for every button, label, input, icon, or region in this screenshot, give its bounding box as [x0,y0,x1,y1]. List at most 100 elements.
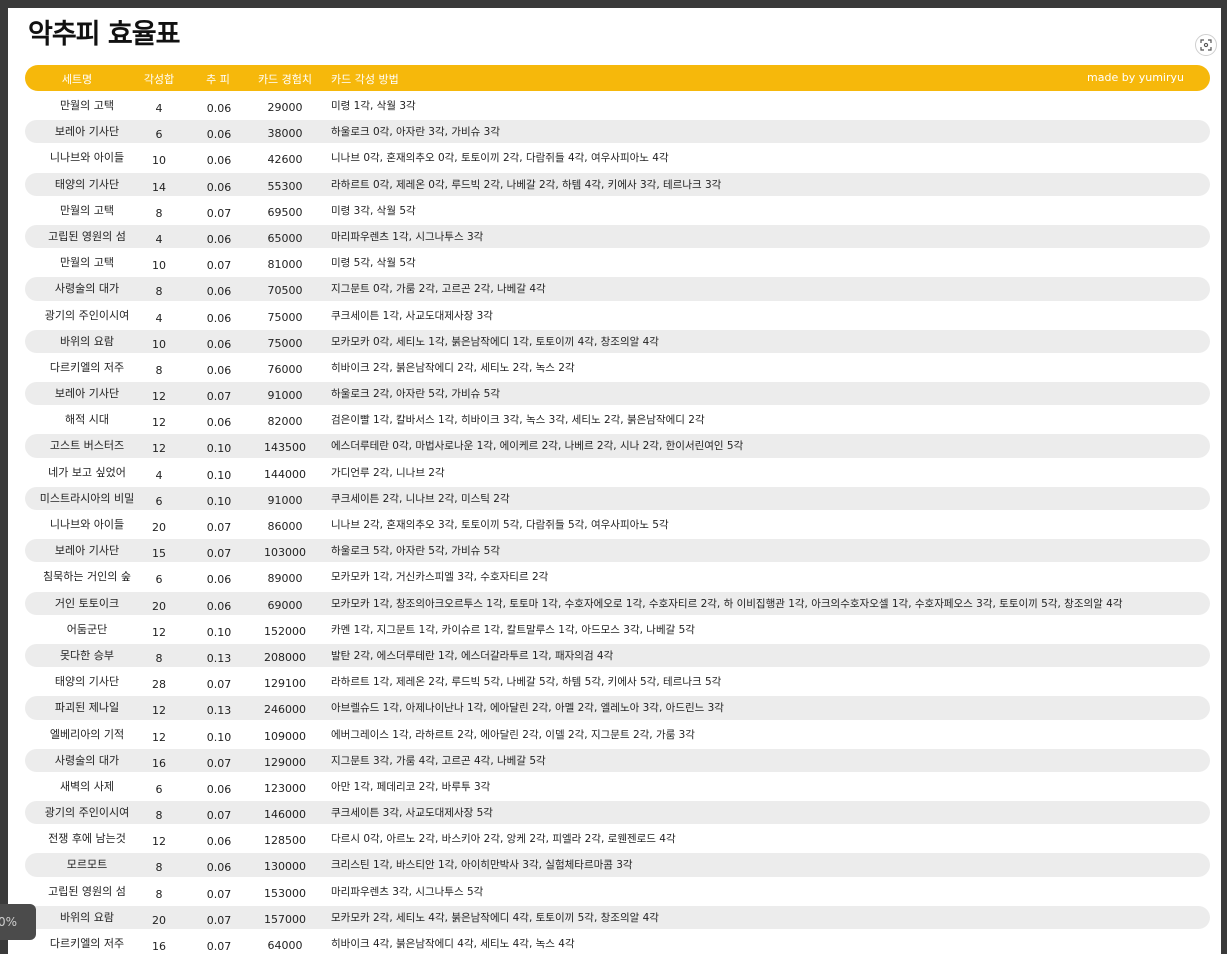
cell-set-name: 보레아 기사단 [54,387,120,401]
cell-method: 마리파우렌츠 3각, 시그나투스 5각 [331,885,484,898]
cell-level: 12 [152,416,166,430]
cell-set-name: 고립된 영원의 섬 [48,229,126,243]
cell-exp: 89000 [267,572,303,586]
cell-level: 12 [152,442,166,456]
table-row: 전쟁 후에 남는것 12 0.06 128500 다르시 0각, 아르노 2각, 바스키… [25,825,1210,851]
cell-level: 14 [152,180,166,194]
cell-exp: 123000 [264,781,306,795]
cell-method: 아만 1각, 페데리코 2각, 바루투 3각 [331,780,491,793]
table-row: 거인 토토이크 20 0.06 69000 모카모카 1각, 창조의아크오르투스 1각,… [25,590,1210,616]
cell-exp: 143500 [264,441,306,455]
scan-icon [1200,39,1212,51]
cell-level: 12 [152,704,166,718]
cell-efficiency: 0.13 [206,651,232,665]
zoom-indicator[interactable]: 0% [0,904,36,940]
header-exp: 카드 경험치 [257,73,313,86]
cell-exp: 128500 [264,834,306,848]
cell-set-name: 다르키엘의 저주 [49,937,125,950]
cell-set-name: 네가 보고 싶었어 [48,465,126,479]
cell-method: 라하르트 0각, 제레온 0각, 루드빅 2각, 나베갈 2각, 하템 4각, … [331,178,722,191]
cell-efficiency: 0.07 [206,913,232,927]
cell-exp: 153000 [264,886,306,900]
cell-level: 8 [155,363,163,377]
cell-exp: 29000 [267,101,303,114]
cell-set-name: 바위의 요람 [59,334,115,348]
cell-exp: 55300 [267,179,303,193]
cell-efficiency: 0.06 [206,861,232,875]
cell-exp: 38000 [267,127,303,141]
cell-method: 미령 3각, 삭월 5각 [331,204,416,217]
cell-efficiency: 0.13 [206,704,232,718]
cell-exp: 109000 [264,729,306,743]
cell-efficiency: 0.06 [206,337,232,351]
cell-efficiency: 0.07 [206,809,232,823]
table-row: 광기의 주인이시여 8 0.07 146000 쿠크세이튼 3각, 사교도대제사장 5각 [25,799,1210,825]
cell-level: 6 [155,494,163,508]
table-row: 보레아 기사단 12 0.07 91000 하울로크 2각, 아자란 5각, 가비슈 5… [25,380,1210,406]
table-header: 세트명 각성합 추 피 카드 경험치 카드 각성 방법 made by yumi… [25,65,1210,91]
cell-efficiency: 0.07 [206,547,232,561]
cell-set-name: 만월의 고택 [59,203,115,217]
cell-level: 10 [152,154,166,168]
cell-efficiency: 0.06 [206,128,232,142]
cell-exp: 129000 [264,755,306,769]
cell-set-name: 태양의 기사단 [54,177,120,191]
cell-set-name: 해적 시대 [65,413,109,427]
cell-method: 다르시 0각, 아르노 2각, 바스키아 2각, 앙케 2각, 피엘라 2각, … [331,833,676,846]
cell-exp: 91000 [267,389,303,403]
cell-set-name: 보레아 기사단 [54,125,120,139]
cell-set-name: 고립된 영원의 섬 [48,884,126,898]
cell-efficiency: 0.07 [206,678,232,692]
table-row: 니나브와 아이들 20 0.07 86000 니나브 2각, 혼재의추오 3각, 토토이… [25,511,1210,537]
cell-exp: 82000 [267,415,303,429]
header-method: 카드 각성 방법 [331,73,399,86]
cell-set-name: 미스트라시아의 비밀 [39,491,135,505]
cell-exp: 130000 [264,860,306,874]
table-row: 다르키엘의 저주 8 0.06 76000 히바이크 2각, 붉은남작에디 2각, 세티… [25,354,1210,380]
cell-method: 지그문트 3각, 가룸 4각, 고르곤 4각, 나베갈 5각 [331,754,546,767]
table-row: 다르키엘의 저주 16 0.07 64000 히바이크 4각, 붉은남작에디 4각, 세… [25,930,1210,954]
cell-level: 15 [152,547,166,561]
cell-efficiency: 0.06 [206,154,232,168]
scan-button[interactable] [1195,34,1217,56]
cell-set-name: 사령술의 대가 [54,753,120,767]
cell-exp: 42600 [267,153,303,167]
cell-level: 20 [152,599,166,613]
cell-method: 발탄 2각, 에스더루테란 1각, 에스더갈라투르 1각, 패자의검 4각 [331,649,614,662]
cell-level: 8 [155,809,163,823]
cell-level: 6 [155,128,163,142]
table-row: 바위의 요람 10 0.06 75000 모카모카 0각, 세티노 1각, 붉은남작에디… [25,328,1210,354]
cell-level: 6 [155,782,163,796]
cell-level: 10 [152,337,166,351]
cell-method: 히바이크 4각, 붉은남작에디 4각, 세티노 4각, 녹스 4각 [331,938,575,950]
cell-efficiency: 0.06 [206,102,232,115]
cell-level: 8 [155,887,163,901]
cell-method: 카멘 1각, 지그문트 1각, 카이슈르 1각, 칼트말루스 1각, 아드모스 … [331,623,695,636]
cell-level: 8 [155,651,163,665]
cell-level: 12 [152,730,166,744]
cell-method: 검은이빨 1각, 칼바서스 1각, 히바이크 3각, 녹스 3각, 세티노 2각… [331,414,705,427]
table-row: 네가 보고 싶었어 4 0.10 144000 가디언루 2각, 니나브 2각 [25,459,1210,485]
table-row: 파괴된 제나일 12 0.13 246000 아브렐슈드 1각, 아제나이난나 1각, … [25,694,1210,720]
table-body: 만월의 고택 4 0.06 29000 미령 1각, 삭월 3각 보레아 기사단 6 0.06… [25,92,1210,954]
cell-set-name: 전쟁 후에 남는것 [48,832,126,846]
page-title: 악추피 효율표 [28,19,180,50]
cell-set-name: 모르모트 [66,858,108,872]
cell-efficiency: 0.10 [206,494,232,508]
table-row: 엘베리아의 기적 12 0.10 109000 에버그레이스 1각, 라하르트 2각, … [25,721,1210,747]
cell-efficiency: 0.06 [206,180,232,194]
cell-exp: 76000 [267,362,303,376]
cell-set-name: 못다한 승부 [59,648,115,662]
table-row: 만월의 고택 4 0.06 29000 미령 1각, 삭월 3각 [25,92,1210,118]
cell-efficiency: 0.06 [206,599,232,613]
cell-set-name: 만월의 고택 [59,99,115,112]
cell-exp: 157000 [264,912,306,926]
cell-efficiency: 0.06 [206,363,232,377]
table-row: 사령술의 대가 16 0.07 129000 지그문트 3각, 가룸 4각, 고르곤 4… [25,747,1210,773]
cell-level: 20 [152,521,166,534]
cell-set-name: 만월의 고택 [59,256,115,270]
page-container: 악추피 효율표 세트명 각성합 추 피 카드 경험치 카드 각성 방법 made… [8,8,1221,954]
zoom-label: 0% [0,915,18,929]
cell-exp: 69000 [267,598,303,612]
cell-efficiency: 0.10 [206,625,232,639]
